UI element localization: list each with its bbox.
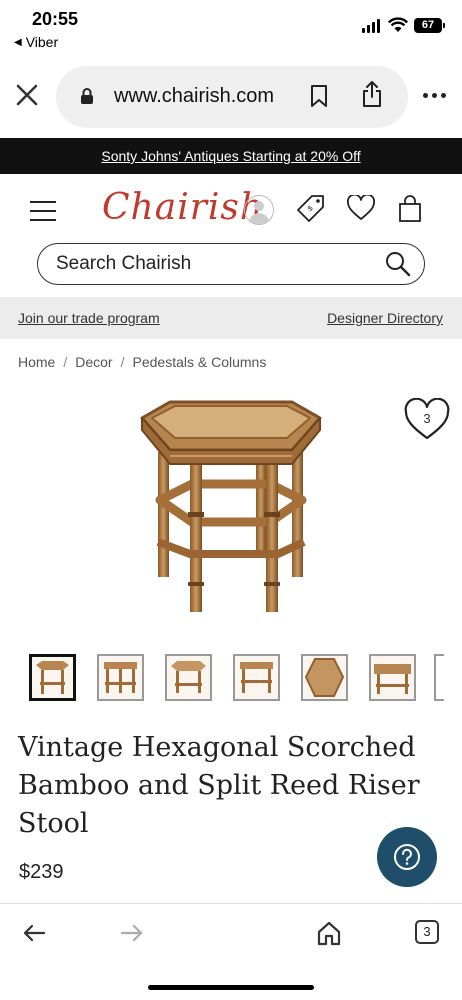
price-tag-icon[interactable]: $: [297, 194, 325, 222]
home-indicator[interactable]: [148, 985, 314, 990]
promo-banner[interactable]: Sonty Johns' Antiques Starting at 20% Of…: [0, 138, 462, 174]
back-to-app-link[interactable]: ◀ Viber: [14, 34, 58, 50]
stool-thumbnail-icon: [104, 662, 137, 693]
trade-program-link[interactable]: Join our trade program: [18, 310, 160, 326]
thumbnail-4[interactable]: [233, 654, 280, 701]
back-app-label: Viber: [25, 34, 59, 50]
shopping-bag-icon[interactable]: [398, 195, 422, 223]
search-input[interactable]: [56, 252, 376, 276]
favorite-count: 3: [423, 411, 431, 426]
bookmark-icon[interactable]: [309, 84, 329, 108]
svg-text:$: $: [307, 205, 315, 213]
thumbnail-1[interactable]: [29, 654, 76, 701]
search-bar: [37, 243, 425, 285]
arrow-left-icon[interactable]: [22, 924, 46, 942]
tab-switcher-button[interactable]: 3: [415, 920, 439, 944]
browser-address-row: www.chairish.com: [0, 60, 462, 132]
hamburger-menu-icon[interactable]: [30, 201, 56, 228]
promo-link[interactable]: Sonty Johns' Antiques Starting at 20% Of…: [101, 148, 360, 164]
lock-icon: [81, 88, 93, 104]
product-price: $239: [19, 861, 64, 883]
status-time: 20:55: [32, 9, 79, 29]
breadcrumb: Home / Decor / Pedestals & Columns: [18, 354, 266, 370]
thumbnail-7-partial[interactable]: [434, 654, 444, 701]
breadcrumb-separator: /: [120, 354, 125, 370]
stool-thumbnail-icon: [240, 662, 273, 693]
chairish-logo[interactable]: Chairish: [102, 187, 264, 228]
question-icon: [394, 844, 420, 870]
avatar-icon[interactable]: [244, 195, 274, 225]
breadcrumb-pedestals[interactable]: Pedestals & Columns: [133, 354, 267, 370]
home-icon[interactable]: [316, 920, 342, 946]
thumbnail-2[interactable]: [97, 654, 144, 701]
share-icon[interactable]: [360, 80, 384, 108]
battery-indicator: 67: [414, 18, 445, 33]
breadcrumb-separator: /: [63, 354, 68, 370]
stool-thumbnail-icon: [374, 664, 411, 694]
browser-toolbar: 3: [0, 903, 462, 1000]
product-image[interactable]: [130, 392, 330, 624]
breadcrumb-decor[interactable]: Decor: [75, 354, 112, 370]
cellular-signal-icon: [362, 19, 380, 33]
product-title: Vintage Hexagonal Scorched Bamboo and Sp…: [18, 732, 420, 839]
help-button[interactable]: [377, 827, 437, 887]
close-icon[interactable]: [14, 82, 40, 108]
wifi-icon: [388, 17, 408, 32]
thumbnail-5[interactable]: [301, 654, 348, 701]
trade-strip: Join our trade program Designer Director…: [0, 297, 462, 339]
site-header: Chairish $: [0, 175, 462, 295]
stool-thumbnail-icon: [171, 661, 206, 693]
heart-icon[interactable]: [347, 195, 375, 221]
thumbnail-strip: [29, 654, 416, 701]
thumbnail-6[interactable]: [369, 654, 416, 701]
stool-top-thumbnail-icon: [304, 658, 345, 697]
arrow-right-icon[interactable]: [120, 924, 144, 942]
status-bar: 20:55 ◀ Viber 67: [0, 0, 462, 58]
thumbnail-3[interactable]: [165, 654, 212, 701]
back-triangle-icon: ◀: [14, 36, 22, 48]
designer-directory-link[interactable]: Designer Directory: [327, 310, 443, 326]
url-text[interactable]: www.chairish.com: [114, 85, 274, 108]
search-icon[interactable]: [384, 250, 412, 278]
stool-thumbnail-icon: [36, 661, 69, 694]
more-icon[interactable]: [423, 93, 446, 98]
breadcrumb-home[interactable]: Home: [18, 354, 55, 370]
